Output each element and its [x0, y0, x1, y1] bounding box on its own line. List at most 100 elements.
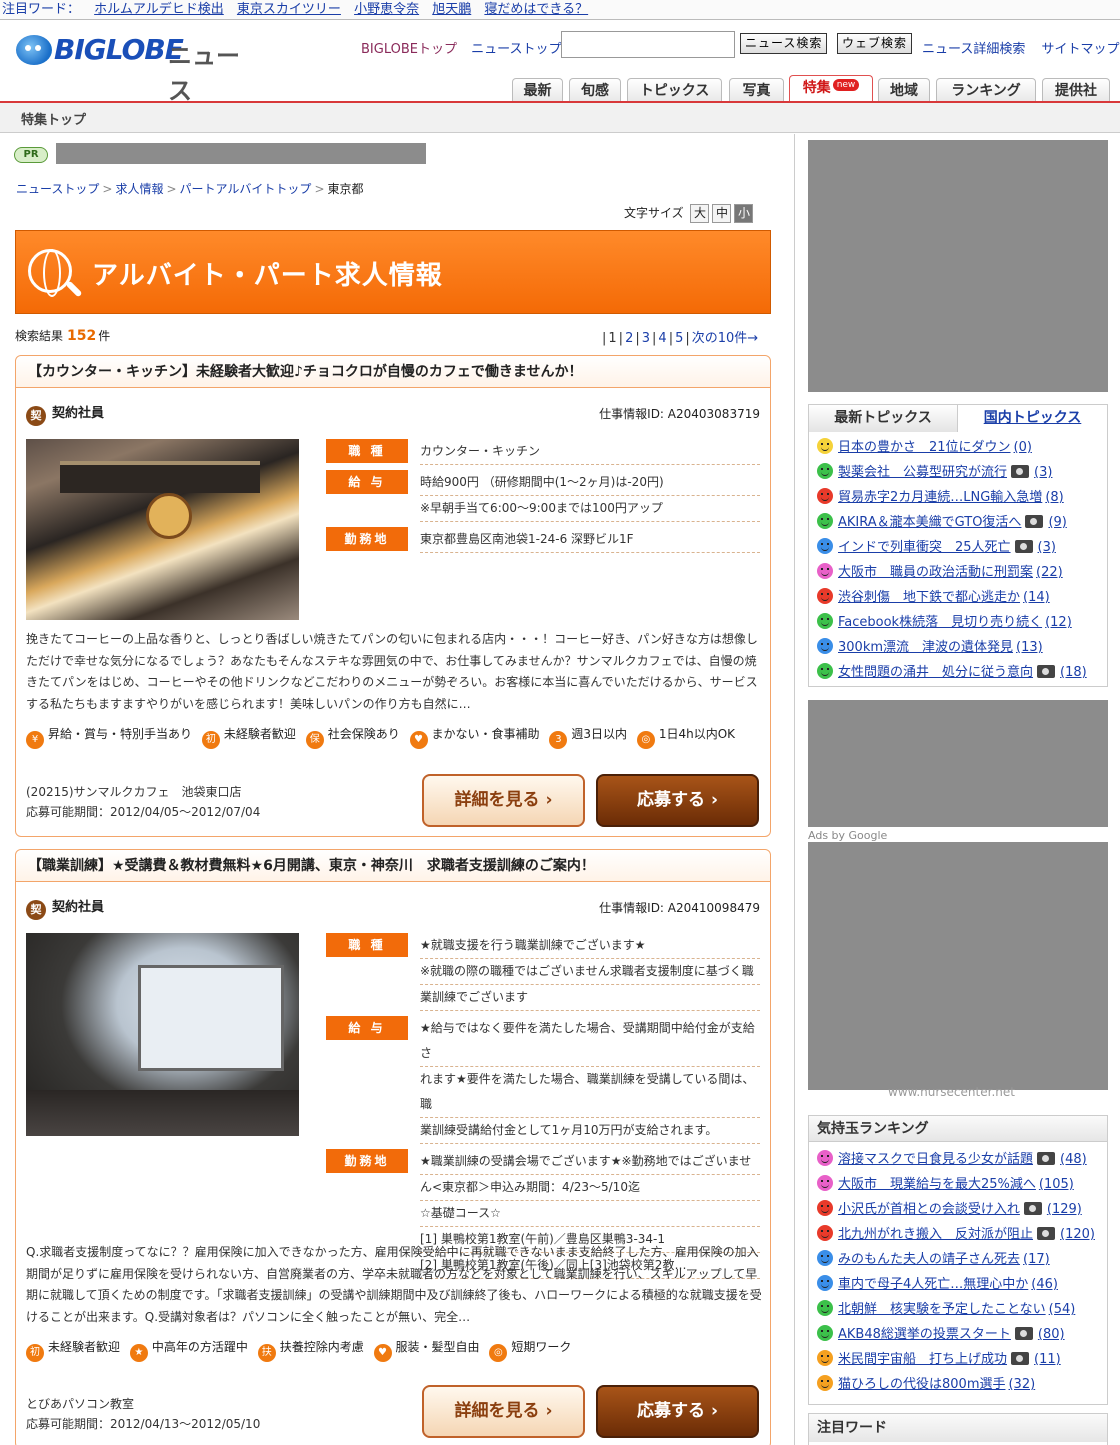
sidebar-ad[interactable]: [808, 140, 1108, 392]
comment-count[interactable]: (3): [1034, 465, 1052, 480]
tab-region[interactable]: 地域: [878, 78, 930, 102]
topic-link[interactable]: 女性問題の涌井 処分に従う意向: [838, 665, 1033, 680]
pr-ad-placeholder[interactable]: [56, 143, 426, 164]
comment-count[interactable]: (54): [1049, 1302, 1076, 1317]
topic-item[interactable]: 貿易赤字2カ月連続…LNG輸入急増 (8): [817, 485, 1107, 510]
topic-item[interactable]: 米民間宇宙船 打ち上げ成功 (11): [817, 1347, 1107, 1372]
topic-link[interactable]: 米民間宇宙船 打ち上げ成功: [838, 1352, 1007, 1367]
biglobe-top-link[interactable]: BIGLOBEトップ: [361, 42, 457, 57]
font-size-large-button[interactable]: 大: [690, 204, 710, 223]
comment-count[interactable]: (22): [1036, 565, 1063, 580]
topic-item[interactable]: 製薬会社 公募型研究が流行 (3): [817, 460, 1107, 485]
topic-link[interactable]: 小沢氏が首相との会談受け入れ: [838, 1202, 1020, 1217]
news-top-link[interactable]: ニューストップ: [471, 42, 561, 57]
job-title[interactable]: 【カウンター・キッチン】未経験者大歓迎♪チョコクロが自慢のカフェで働きませんか！: [16, 356, 770, 388]
topic-link[interactable]: 車内で母子4人死亡…無理心中か: [838, 1277, 1028, 1292]
job-title[interactable]: 【職業訓練】★受講費＆教材費無料★6月開講、東京・神奈川 求職者支援訓練のご案内…: [16, 850, 770, 882]
tab-latest[interactable]: 最新: [512, 78, 563, 102]
topic-link[interactable]: 溶接マスクで日食見る少女が話題: [838, 1152, 1033, 1167]
topic-item[interactable]: 猫ひろしの代役は800m選手 (32): [817, 1372, 1107, 1397]
apply-button[interactable]: 応募する ›: [596, 1385, 759, 1438]
comment-count[interactable]: (0): [1014, 440, 1032, 455]
topic-link[interactable]: 渋谷刺傷 地下鉄で都心逃走か: [838, 590, 1020, 605]
hotword-link[interactable]: 旭天鵬: [432, 2, 471, 17]
comment-count[interactable]: (3): [1038, 540, 1056, 555]
topic-item[interactable]: 女性問題の涌井 処分に従う意向 (18): [817, 660, 1107, 685]
job-photo[interactable]: [26, 933, 299, 1136]
topic-item[interactable]: 小沢氏が首相との会談受け入れ (129): [817, 1197, 1107, 1222]
ad-url[interactable]: www.nursecenter.net: [888, 1085, 1015, 1099]
comment-count[interactable]: (129): [1047, 1202, 1082, 1217]
breadcrumb-item[interactable]: ニューストップ: [16, 182, 99, 196]
comment-count[interactable]: (14): [1023, 590, 1050, 605]
comment-count[interactable]: (17): [1023, 1252, 1050, 1267]
font-size-small-button[interactable]: 小: [734, 204, 754, 223]
comment-count[interactable]: (9): [1048, 515, 1066, 530]
tab-latest-topics[interactable]: 最新トピックス: [809, 405, 958, 432]
tab-shunkan[interactable]: 旬感: [569, 78, 621, 102]
comment-count[interactable]: (8): [1045, 490, 1063, 505]
topic-link[interactable]: インドで列車衝突 25人死亡: [838, 540, 1011, 555]
topic-item[interactable]: みのもんた夫人の靖子さん死去 (17): [817, 1247, 1107, 1272]
topic-item[interactable]: 北九州がれき搬入 反対派が阻止 (120): [817, 1222, 1107, 1247]
topic-item[interactable]: AKIRA＆瀧本美織でGTO復活へ (9): [817, 510, 1107, 535]
topic-link[interactable]: AKIRA＆瀧本美織でGTO復活へ: [838, 515, 1021, 530]
topic-link[interactable]: 北朝鮮 核実験を予定したことない: [838, 1302, 1046, 1317]
tab-providers[interactable]: 提供社: [1042, 78, 1110, 102]
topic-link[interactable]: みのもんた夫人の靖子さん死去: [838, 1252, 1020, 1267]
hotword-link[interactable]: 東京スカイツリー: [237, 2, 341, 17]
page-link[interactable]: 5: [675, 331, 683, 346]
topic-item[interactable]: 大阪市 現業給与を最大25%減へ (105): [817, 1172, 1107, 1197]
comment-count[interactable]: (11): [1034, 1352, 1061, 1367]
comment-count[interactable]: (12): [1045, 615, 1072, 630]
topic-link[interactable]: 北九州がれき搬入 反対派が阻止: [838, 1227, 1033, 1242]
view-details-button[interactable]: 詳細を見る ›: [422, 1385, 585, 1438]
font-size-medium-button[interactable]: 中: [712, 204, 732, 223]
topic-item[interactable]: AKB48総選挙の投票スタート (80): [817, 1322, 1107, 1347]
topic-item[interactable]: 300km漂流 津波の遺体発見 (13): [817, 635, 1107, 660]
topic-link[interactable]: 猫ひろしの代役は800m選手: [838, 1377, 1005, 1392]
next-page-link[interactable]: 次の10件→: [692, 331, 758, 346]
topic-link[interactable]: 300km漂流 津波の遺体発見: [838, 640, 1013, 655]
topic-item[interactable]: 北朝鮮 核実験を予定したことない (54): [817, 1297, 1107, 1322]
comment-count[interactable]: (32): [1008, 1377, 1035, 1392]
sidebar-ad[interactable]: [808, 700, 1108, 827]
search-input[interactable]: [561, 31, 735, 58]
page-link[interactable]: 2: [625, 331, 633, 346]
apply-button[interactable]: 応募する ›: [596, 774, 759, 827]
topic-item[interactable]: 溶接マスクで日食見る少女が話題 (48): [817, 1147, 1107, 1172]
topic-link[interactable]: 大阪市 現業給与を最大25%減へ: [838, 1177, 1036, 1192]
page-link[interactable]: 3: [642, 331, 650, 346]
tab-topics[interactable]: トピックス: [627, 78, 722, 102]
topic-link[interactable]: 製薬会社 公募型研究が流行: [838, 465, 1007, 480]
topic-link[interactable]: Facebook株続落 見切り売り続く: [838, 615, 1042, 630]
topic-link[interactable]: AKB48総選挙の投票スタート: [838, 1327, 1011, 1342]
topic-link[interactable]: 貿易赤字2カ月連続…LNG輸入急増: [838, 490, 1042, 505]
comment-count[interactable]: (80): [1038, 1327, 1065, 1342]
topic-item[interactable]: 車内で母子4人死亡…無理心中か (46): [817, 1272, 1107, 1297]
hotword-link[interactable]: 小野恵令奈: [354, 2, 419, 17]
page-link[interactable]: 4: [658, 331, 666, 346]
comment-count[interactable]: (46): [1031, 1277, 1058, 1292]
news-detail-search-link[interactable]: ニュース詳細検索: [922, 42, 1025, 57]
tab-feature[interactable]: 特集 new: [789, 75, 873, 102]
view-details-button[interactable]: 詳細を見る ›: [422, 774, 585, 827]
biglobe-news-logo[interactable]: BIGLOBE ニュース: [16, 33, 256, 105]
feature-top-link[interactable]: 特集トップ: [21, 109, 86, 128]
topic-link[interactable]: 大阪市 職員の政治活動に刑罰案: [838, 565, 1033, 580]
topic-item[interactable]: インドで列車衝突 25人死亡 (3): [817, 535, 1107, 560]
comment-count[interactable]: (48): [1060, 1152, 1087, 1167]
breadcrumb-item[interactable]: 求人情報: [115, 182, 163, 196]
tab-ranking[interactable]: ランキング: [936, 78, 1036, 102]
comment-count[interactable]: (105): [1039, 1177, 1074, 1192]
tab-domestic-topics[interactable]: 国内トピックス: [958, 405, 1107, 432]
sitemap-link[interactable]: サイトマップ: [1042, 42, 1120, 57]
topic-item[interactable]: 大阪市 職員の政治活動に刑罰案 (22): [817, 560, 1107, 585]
job-photo[interactable]: [26, 439, 299, 620]
comment-count[interactable]: (18): [1060, 665, 1087, 680]
topic-item[interactable]: Facebook株続落 見切り売り続く (12): [817, 610, 1107, 635]
tab-photo[interactable]: 写真: [729, 78, 784, 102]
topic-item[interactable]: 日本の豊かさ 21位にダウン (0): [817, 435, 1107, 460]
comment-count[interactable]: (13): [1016, 640, 1043, 655]
news-search-button[interactable]: ニュース検索: [740, 33, 828, 54]
